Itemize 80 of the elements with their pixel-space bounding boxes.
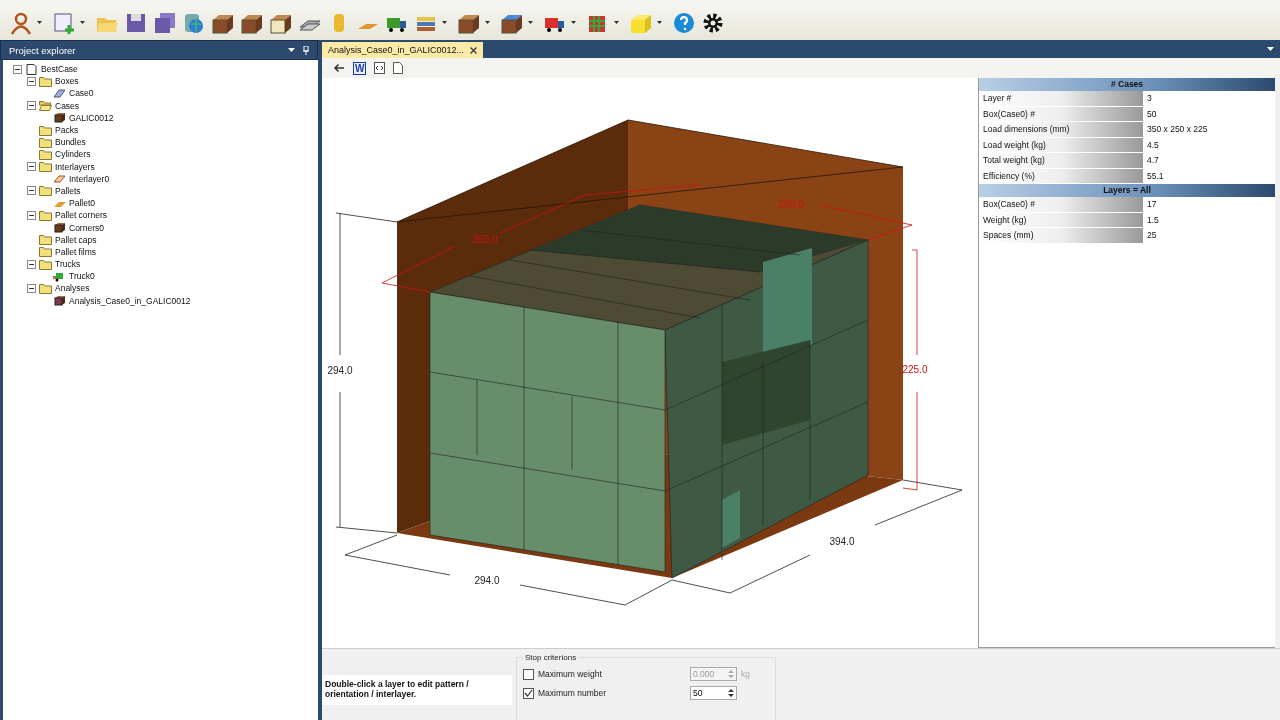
dimension-label: 350.0 xyxy=(472,234,498,245)
word-export-button[interactable]: W xyxy=(353,61,367,75)
caret-icon[interactable] xyxy=(657,21,662,24)
criterion-label: Maximum weight xyxy=(538,669,603,679)
tree-item[interactable]: Pallet corners xyxy=(55,210,107,221)
section-header: # Cases xyxy=(979,78,1275,91)
criterion-label: Maximum number xyxy=(538,688,608,698)
number-spinner[interactable]: 50 xyxy=(690,686,737,700)
collapse-toggle[interactable] xyxy=(27,259,36,269)
folder-icon xyxy=(39,258,52,270)
collapse-toggle[interactable] xyxy=(13,64,22,74)
folder-icon xyxy=(39,234,52,246)
tree-item[interactable]: Truck0 xyxy=(69,271,95,282)
collapse-toggle[interactable] xyxy=(27,283,36,293)
truck-icon xyxy=(53,270,66,282)
back-arrow-icon[interactable] xyxy=(333,63,345,73)
unit-label: kg xyxy=(741,669,750,679)
tree-item[interactable]: Pallet0 xyxy=(69,198,95,209)
group-title: Stop criterions xyxy=(523,653,579,662)
folder-icon xyxy=(39,161,52,173)
dimension-label: 250.0 xyxy=(778,199,804,210)
tree-item[interactable]: Corners0 xyxy=(69,222,104,233)
folder-icon xyxy=(39,148,52,160)
dimension-label: 225.0 xyxy=(902,364,928,375)
collapse-toggle[interactable] xyxy=(27,101,36,111)
collapse-toggle[interactable] xyxy=(27,186,36,196)
dimension-label: 294.0 xyxy=(327,365,353,376)
folder-icon xyxy=(39,185,52,197)
caret-icon[interactable] xyxy=(528,21,533,24)
sheet-icon xyxy=(53,173,66,185)
tree-item[interactable]: Cylinders xyxy=(55,149,91,160)
tree-item[interactable]: Bundles xyxy=(55,137,86,148)
tree-item[interactable]: Analysis_Case0_in_GALIC0012 xyxy=(69,295,191,306)
code-icon[interactable] xyxy=(374,62,386,74)
folder-icon xyxy=(39,75,52,87)
tree-item[interactable]: Packs xyxy=(55,125,79,136)
checkbox[interactable] xyxy=(523,687,534,699)
tree-item[interactable]: GALIC0012 xyxy=(69,112,114,123)
tree-item[interactable]: Cases xyxy=(55,100,80,111)
tree-item[interactable]: Pallet films xyxy=(55,246,97,257)
box-icon xyxy=(53,222,66,234)
document-icon xyxy=(25,63,38,75)
box-icon xyxy=(53,112,66,124)
tree-item[interactable]: Pallets xyxy=(55,185,81,196)
folder-icon xyxy=(39,246,52,258)
tree-item[interactable]: Interlayers xyxy=(55,161,95,172)
folder-icon xyxy=(39,209,52,221)
hint-text: Double-click a layer to edit pattern / orientation / interlayer. xyxy=(322,675,512,705)
dimension-label: 394.0 xyxy=(829,536,855,547)
tree-item[interactable]: Boxes xyxy=(55,76,79,87)
caret-icon[interactable] xyxy=(37,21,42,24)
box-icon xyxy=(53,295,66,307)
collapse-toggle[interactable] xyxy=(27,76,36,86)
dimension-label: 294.0 xyxy=(474,575,500,586)
document-icon[interactable] xyxy=(393,62,404,74)
collapse-toggle[interactable] xyxy=(27,162,36,172)
tree-item[interactable]: Interlayer0 xyxy=(69,173,110,184)
tree-item[interactable]: Pallet caps xyxy=(55,234,97,245)
folder-icon xyxy=(39,124,52,136)
panel-title: Project explorer xyxy=(9,44,76,56)
caret-icon[interactable] xyxy=(485,21,490,24)
dropdown-icon[interactable] xyxy=(288,48,295,52)
caret-icon[interactable] xyxy=(571,21,576,24)
dropdown-icon[interactable] xyxy=(1267,47,1274,51)
tree-item[interactable]: Analyses xyxy=(55,283,90,294)
folder-icon xyxy=(39,100,52,112)
caret-icon[interactable] xyxy=(442,21,447,24)
collapse-toggle[interactable] xyxy=(27,210,36,220)
folder-icon xyxy=(39,136,52,148)
section-header: Layers = All xyxy=(979,184,1275,197)
caret-icon[interactable] xyxy=(614,21,619,24)
caret-icon[interactable] xyxy=(80,21,85,24)
tree-item[interactable]: BestCase xyxy=(41,64,78,75)
tree-item[interactable]: Case0 xyxy=(69,88,94,99)
tree-item[interactable]: Trucks xyxy=(55,259,81,270)
document-tab[interactable]: Analysis_Case0_in_GALIC0012... xyxy=(322,42,484,58)
sheet-icon xyxy=(53,87,66,99)
close-icon[interactable] xyxy=(470,46,478,54)
pin-icon[interactable] xyxy=(303,45,309,55)
folder-icon xyxy=(39,282,52,294)
